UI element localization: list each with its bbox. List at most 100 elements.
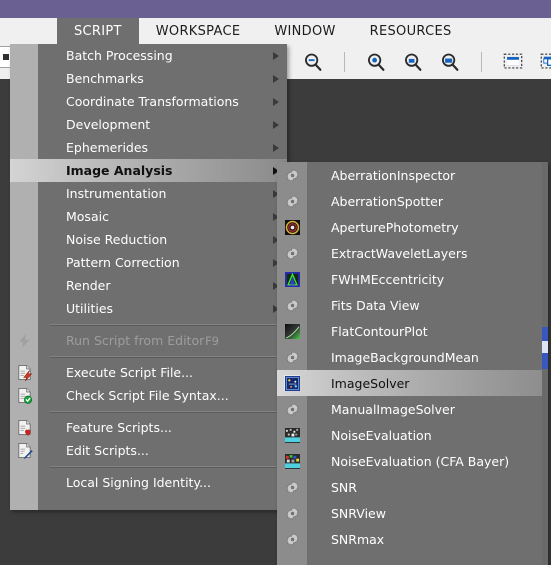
menu-bar: SCRIPT WORKSPACE WINDOW RESOURCES xyxy=(0,18,551,44)
gear-icon xyxy=(284,297,300,313)
submenu-item-imagesolver[interactable]: ImageSolver xyxy=(277,370,548,396)
zoom-fit-icon[interactable] xyxy=(400,49,426,75)
submenu-item-label: SNRView xyxy=(331,505,386,521)
submenu-item-snr[interactable]: SNR xyxy=(277,474,548,500)
menu-item-render[interactable]: Render xyxy=(10,274,287,297)
submenu-item-label: ManualImageSolver xyxy=(331,401,455,417)
menubar-item-label: SCRIPT xyxy=(74,23,122,39)
flat-contour-plot-icon xyxy=(284,323,300,339)
submenu-item-label: AperturePhotometry xyxy=(331,219,459,235)
submenu-item-aperturephotometry[interactable]: AperturePhotometry xyxy=(277,214,548,240)
menu-item-no-icon xyxy=(14,299,34,319)
menu-item-check-script-file-syntax[interactable]: Check Script File Syntax... xyxy=(10,384,287,407)
gear-icon xyxy=(284,245,300,261)
menu-item-no-icon xyxy=(14,46,34,66)
menubar-item-workspace[interactable]: WORKSPACE xyxy=(139,18,258,44)
submenu-item-aberrationspotter[interactable]: AberrationSpotter xyxy=(277,188,548,214)
submenu-scrollbar-thumb[interactable] xyxy=(542,327,548,369)
noise-evaluation-icon xyxy=(284,427,300,443)
submenu-item-imagebackgroundmean[interactable]: ImageBackgroundMean xyxy=(277,344,548,370)
menu-item-no-icon xyxy=(14,207,34,227)
menubar-item-script[interactable]: SCRIPT xyxy=(57,18,139,44)
submenu-item-noiseevaluation[interactable]: NoiseEvaluation xyxy=(277,422,548,448)
lightning-bolt-icon xyxy=(17,332,32,349)
menubar-item-resources[interactable]: RESOURCES xyxy=(353,18,469,44)
submenu-item-manualimagesolver[interactable]: ManualImageSolver xyxy=(277,396,548,422)
menu-item-feature-scripts[interactable]: Feature Scripts... xyxy=(10,416,287,439)
menu-item-coordinate-transformations[interactable]: Coordinate Transformations xyxy=(10,90,287,113)
submenu-item-snrmax[interactable]: SNRmax xyxy=(277,526,548,552)
submenu-item-label: AberrationInspector xyxy=(331,167,456,183)
menu-item-development[interactable]: Development xyxy=(10,113,287,136)
gear-icon xyxy=(286,481,299,494)
menu-item-edit-scripts[interactable]: Edit Scripts... xyxy=(10,439,287,462)
image-solver-icon xyxy=(284,375,300,391)
menu-item-label: Ephemerides xyxy=(66,140,149,155)
submenu-item-label: FWHMEccentricity xyxy=(331,271,445,287)
menu-item-label: Edit Scripts... xyxy=(66,443,149,458)
menu-item-label: Execute Script File... xyxy=(66,365,194,380)
submenu-scrollbar[interactable] xyxy=(542,162,548,565)
menu-item-no-icon xyxy=(14,230,34,250)
gear-icon xyxy=(284,479,300,495)
menubar-item-window[interactable]: WINDOW xyxy=(257,18,352,44)
menu-item-no-icon xyxy=(14,473,34,493)
submenu-item-label: SNRmax xyxy=(331,531,385,547)
menu-item-instrumentation[interactable]: Instrumentation xyxy=(10,182,287,205)
submenu-item-label: SNR xyxy=(331,479,357,495)
gear-icon xyxy=(284,167,300,183)
script-execute-icon xyxy=(16,364,33,381)
gear-icon xyxy=(286,169,299,182)
gear-icon xyxy=(286,507,299,520)
zoom-out-icon[interactable] xyxy=(300,49,326,75)
submenu-item-noiseevaluation-cfa-bayer[interactable]: NoiseEvaluation (CFA Bayer) xyxy=(277,448,548,474)
script-favorite-icon xyxy=(16,419,33,436)
menu-separator xyxy=(10,407,287,416)
window-all-icon[interactable] xyxy=(537,49,551,75)
image-solver-icon xyxy=(284,375,300,391)
menu-item-utilities[interactable]: Utilities xyxy=(10,297,287,320)
submenu-item-extractwaveletlayers[interactable]: ExtractWaveletLayers xyxy=(277,240,548,266)
menu-item-run-script-from-editor: Run Script from Editor F9 xyxy=(10,329,287,352)
zoom-optimal-icon[interactable] xyxy=(437,49,463,75)
menu-item-benchmarks[interactable]: Benchmarks xyxy=(10,67,287,90)
menu-item-label: Benchmarks xyxy=(66,71,144,86)
menu-item-no-icon xyxy=(14,115,34,135)
flat-contour-plot-icon xyxy=(284,323,300,339)
script-check-icon xyxy=(14,386,34,406)
gear-icon xyxy=(284,531,300,547)
submenu-item-flatcontourplot[interactable]: FlatContourPlot xyxy=(277,318,548,344)
window-single-icon[interactable] xyxy=(500,49,526,75)
submenu-item-fwhmeccentricity[interactable]: FWHMEccentricity xyxy=(277,266,548,292)
aperture-photometry-icon xyxy=(284,219,300,235)
menu-item-execute-script-file[interactable]: Execute Script File... xyxy=(10,361,287,384)
combo-arrow-icon xyxy=(3,54,9,60)
submenu-item-aberrationinspector[interactable]: AberrationInspector xyxy=(277,162,548,188)
menu-item-shortcut: F9 xyxy=(205,333,219,348)
menu-item-no-icon xyxy=(14,253,34,273)
noise-evaluation-cfa-icon xyxy=(284,453,300,469)
menu-item-batch-processing[interactable]: Batch Processing xyxy=(10,44,287,67)
lightning-bolt-icon xyxy=(14,331,34,351)
submenu-item-label: ImageSolver xyxy=(331,375,410,391)
aperture-photometry-icon xyxy=(284,219,300,235)
menu-item-ephemerides[interactable]: Ephemerides xyxy=(10,136,287,159)
submenu-item-label: ImageBackgroundMean xyxy=(331,349,479,365)
menu-item-mosaic[interactable]: Mosaic xyxy=(10,205,287,228)
script-execute-icon xyxy=(14,363,34,383)
menu-item-noise-reduction[interactable]: Noise Reduction xyxy=(10,228,287,251)
menu-item-pattern-correction[interactable]: Pattern Correction xyxy=(10,251,287,274)
script-edit-icon xyxy=(14,441,34,461)
menu-item-no-icon xyxy=(14,138,34,158)
submenu-item-snrview[interactable]: SNRView xyxy=(277,500,548,526)
submenu-item-label: NoiseEvaluation (CFA Bayer) xyxy=(331,453,510,469)
menu-item-label: Local Signing Identity... xyxy=(66,475,211,490)
submenu-item-fits-data-view[interactable]: Fits Data View xyxy=(277,292,548,318)
menu-item-label: Batch Processing xyxy=(66,48,173,63)
script-dropdown-menu: Batch Processing Benchmarks Coordinate Tra… xyxy=(10,44,287,510)
zoom-in-icon[interactable] xyxy=(363,49,389,75)
submenu-arrow-icon xyxy=(273,143,279,152)
submenu-item-label: ExtractWaveletLayers xyxy=(331,245,468,261)
menu-item-image-analysis[interactable]: Image Analysis xyxy=(10,159,287,182)
menu-item-local-signing-identity[interactable]: Local Signing Identity... xyxy=(10,471,287,494)
